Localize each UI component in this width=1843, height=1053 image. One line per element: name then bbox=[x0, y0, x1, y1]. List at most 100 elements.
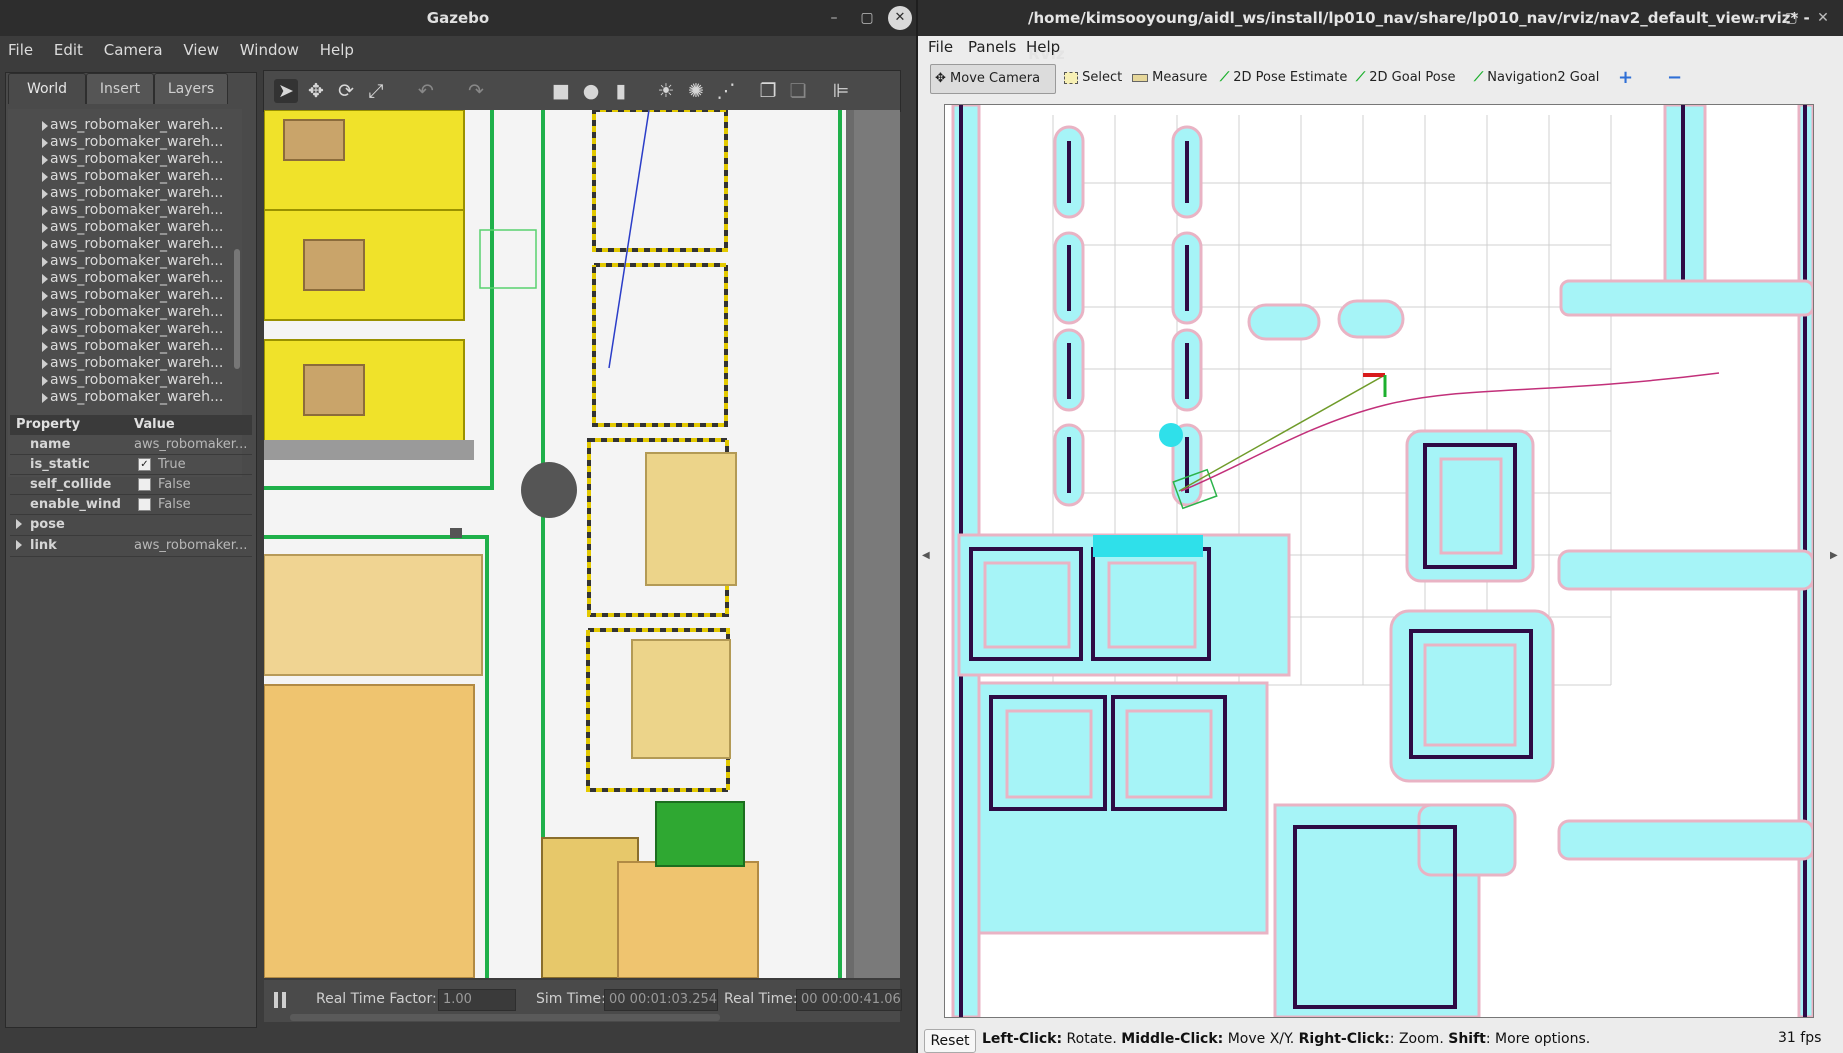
measure-button[interactable]: Measure bbox=[1128, 64, 1211, 92]
pose-estimate-button[interactable]: ⟋ 2D Pose Estimate bbox=[1216, 64, 1351, 92]
tab-world[interactable]: World bbox=[8, 73, 86, 104]
box-icon[interactable]: ■ bbox=[549, 79, 573, 103]
expand-icon[interactable] bbox=[42, 223, 48, 233]
menu-panels[interactable]: Panels bbox=[968, 38, 1016, 56]
collapse-right-icon[interactable]: ▶ bbox=[1830, 550, 1838, 561]
expand-icon[interactable] bbox=[42, 121, 48, 131]
select-arrow-icon[interactable]: ➤ bbox=[274, 79, 298, 103]
expand-icon[interactable] bbox=[42, 359, 48, 369]
tree-item[interactable]: aws_robomaker_wareh... bbox=[8, 304, 242, 321]
expand-icon[interactable] bbox=[42, 291, 48, 301]
tree-item[interactable]: aws_robomaker_wareh... bbox=[8, 185, 242, 202]
menu-edit[interactable]: Edit bbox=[46, 36, 91, 64]
prop-row-enable-wind[interactable]: enable_wind False bbox=[10, 495, 252, 515]
tree-item[interactable]: aws_robomaker_wareh... bbox=[8, 151, 242, 168]
tree-item-label: aws_robomaker_wareh... bbox=[50, 287, 224, 303]
expand-icon[interactable] bbox=[42, 393, 48, 403]
menu-camera[interactable]: Camera bbox=[96, 36, 171, 64]
maximize-icon[interactable]: ▢ bbox=[1779, 6, 1803, 30]
self-collide-checkbox[interactable] bbox=[138, 478, 151, 491]
prop-row-pose[interactable]: pose bbox=[10, 515, 252, 536]
expand-icon[interactable] bbox=[42, 325, 48, 335]
nav2-goal-button[interactable]: ⟋ Navigation2 Goal bbox=[1470, 64, 1603, 92]
tree-item[interactable]: aws_robomaker_wareh... bbox=[8, 355, 242, 372]
expand-icon[interactable] bbox=[42, 376, 48, 386]
expand-icon[interactable] bbox=[42, 155, 48, 165]
fps-counter: 31 fps bbox=[1778, 1030, 1822, 1046]
sphere-icon[interactable]: ● bbox=[579, 79, 603, 103]
minimize-icon[interactable]: – bbox=[822, 6, 846, 30]
tree-scrollbar[interactable] bbox=[234, 249, 240, 369]
expand-icon[interactable] bbox=[42, 240, 48, 250]
tree-item[interactable]: aws_robomaker_wareh... bbox=[8, 287, 242, 304]
pause-icon[interactable] bbox=[274, 990, 288, 1010]
enable-wind-checkbox[interactable] bbox=[138, 498, 151, 511]
expand-icon[interactable] bbox=[16, 540, 22, 550]
prop-row-name[interactable]: name aws_robomaker... bbox=[10, 435, 252, 455]
expand-icon[interactable] bbox=[42, 138, 48, 148]
reset-button[interactable]: Reset bbox=[924, 1029, 976, 1053]
minimize-icon[interactable]: – bbox=[1746, 6, 1770, 30]
menu-file[interactable]: File bbox=[0, 36, 41, 64]
menu-window[interactable]: Window bbox=[232, 36, 307, 64]
prop-row-link[interactable]: link aws_robomaker... bbox=[10, 536, 252, 557]
scale-icon[interactable]: ⤢ bbox=[364, 79, 388, 103]
rviz-menu-bar: File Panels Help bbox=[918, 36, 1843, 60]
close-icon[interactable]: ✕ bbox=[888, 6, 912, 30]
move-camera-button[interactable]: ✥ Move Camera bbox=[930, 64, 1056, 94]
menu-file[interactable]: File bbox=[928, 38, 953, 56]
tab-insert[interactable]: Insert bbox=[86, 73, 154, 104]
pointlight-icon[interactable]: ✺ bbox=[684, 79, 708, 103]
expand-icon[interactable] bbox=[42, 257, 48, 267]
translate-icon[interactable]: ✥ bbox=[304, 79, 328, 103]
expand-icon[interactable] bbox=[42, 189, 48, 199]
tree-item[interactable]: aws_robomaker_wareh... bbox=[8, 253, 242, 270]
menu-help[interactable]: Help bbox=[1026, 38, 1060, 56]
maximize-icon[interactable]: ▢ bbox=[855, 6, 879, 30]
tree-item[interactable]: aws_robomaker_wareh... bbox=[8, 134, 242, 151]
expand-icon[interactable] bbox=[42, 308, 48, 318]
tree-item[interactable]: aws_robomaker_wareh... bbox=[8, 270, 242, 287]
tree-item[interactable]: aws_robomaker_wareh... bbox=[8, 389, 242, 406]
expand-icon[interactable] bbox=[16, 519, 22, 529]
tree-item[interactable]: aws_robomaker_wareh... bbox=[8, 219, 242, 236]
paste-icon[interactable]: ❏ bbox=[786, 79, 810, 103]
horizontal-scrollbar[interactable] bbox=[290, 1014, 720, 1021]
prop-label: pose bbox=[30, 517, 65, 532]
add-tool-icon[interactable]: + bbox=[1614, 64, 1637, 92]
cylinder-icon[interactable]: ▮ bbox=[609, 79, 633, 103]
expand-icon[interactable] bbox=[42, 206, 48, 216]
tab-layers[interactable]: Layers bbox=[154, 73, 228, 104]
prop-row-is-static[interactable]: is_static ✓ True bbox=[10, 455, 252, 475]
tree-item-label: aws_robomaker_wareh... bbox=[50, 270, 224, 286]
select-button[interactable]: Select bbox=[1060, 64, 1126, 92]
expand-icon[interactable] bbox=[42, 274, 48, 284]
remove-tool-icon[interactable]: − bbox=[1663, 64, 1686, 92]
gazebo-3d-scene[interactable] bbox=[264, 110, 900, 978]
expand-icon[interactable] bbox=[42, 342, 48, 352]
menu-help[interactable]: Help bbox=[312, 36, 362, 64]
menu-view[interactable]: View bbox=[175, 36, 227, 64]
tree-item[interactable]: aws_robomaker_wareh... bbox=[8, 372, 242, 389]
tree-item[interactable]: aws_robomaker_wareh... bbox=[8, 338, 242, 355]
copy-icon[interactable]: ❐ bbox=[756, 79, 780, 103]
redo-icon[interactable]: ↷ bbox=[464, 79, 488, 103]
is-static-checkbox[interactable]: ✓ bbox=[138, 458, 151, 471]
close-icon[interactable]: ✕ bbox=[1811, 6, 1835, 30]
tree-item[interactable]: aws_robomaker_wareh... bbox=[8, 236, 242, 253]
align-icon[interactable]: ⊫ bbox=[829, 79, 853, 103]
tree-item[interactable]: aws_robomaker_wareh... bbox=[8, 321, 242, 338]
rotate-icon[interactable]: ⟳ bbox=[334, 79, 358, 103]
expand-icon[interactable] bbox=[42, 172, 48, 182]
prop-row-self-collide[interactable]: self_collide False bbox=[10, 475, 252, 495]
tree-item[interactable]: aws_robomaker_wareh... bbox=[8, 168, 242, 185]
tree-item[interactable]: aws_robomaker_wareh... bbox=[8, 117, 242, 134]
tree-item[interactable]: aws_robomaker_wareh... bbox=[8, 202, 242, 219]
rviz-3d-view[interactable] bbox=[944, 104, 1814, 1018]
goal-pose-button[interactable]: ⟋ 2D Goal Pose bbox=[1352, 64, 1460, 92]
sun-icon[interactable]: ☀ bbox=[654, 79, 678, 103]
tree-item-label: aws_robomaker_wareh... bbox=[50, 134, 224, 150]
collapse-left-icon[interactable]: ◀ bbox=[922, 550, 930, 561]
spotlight-icon[interactable]: ⋰ bbox=[714, 79, 738, 103]
undo-icon[interactable]: ↶ bbox=[414, 79, 438, 103]
